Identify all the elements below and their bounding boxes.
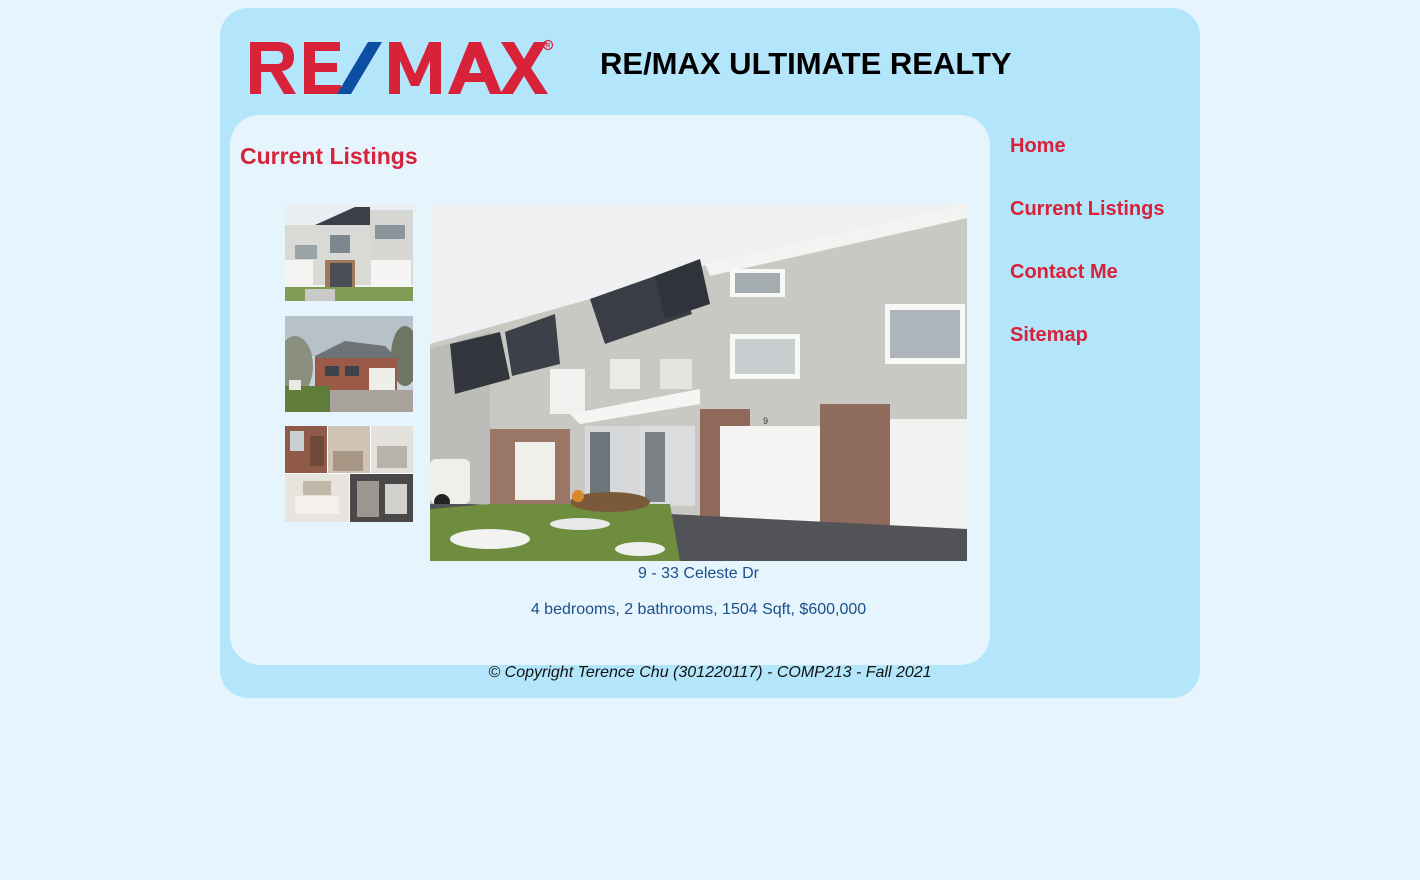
svg-text:R: R xyxy=(546,44,551,50)
side-navigation: Home Current Listings Contact Me Sitemap xyxy=(1010,133,1164,385)
listing-main-photo[interactable]: 9 xyxy=(430,204,967,561)
site-title: RE/MAX ULTIMATE REALTY xyxy=(600,46,1012,81)
main-content: Current Listings 9 9 - 33 Celeste Dr 4 b… xyxy=(230,115,990,665)
remax-logo[interactable]: R xyxy=(248,36,558,100)
footer-copyright: © Copyright Terence Chu (301220117) - CO… xyxy=(488,664,932,681)
nav-current-listings-link[interactable]: Current Listings xyxy=(1010,196,1164,259)
listing-address: 9 - 33 Celeste Dr xyxy=(638,565,759,582)
unit-number-label: 9 xyxy=(763,416,768,426)
nav-sitemap-link[interactable]: Sitemap xyxy=(1010,322,1164,385)
page-container: R RE/MAX ULTIMATE REALTY Current Listing… xyxy=(220,8,1200,698)
thumbnail-interior-collage[interactable] xyxy=(285,426,413,522)
page-title: Current Listings xyxy=(240,143,418,169)
thumbnail-townhouse[interactable] xyxy=(285,205,413,301)
listing-details: 4 bedrooms, 2 bathrooms, 1504 Sqft, $600… xyxy=(530,601,867,618)
nav-contact-me-link[interactable]: Contact Me xyxy=(1010,259,1164,322)
thumbnail-detached-house[interactable] xyxy=(285,316,413,412)
nav-home-link[interactable]: Home xyxy=(1010,133,1164,196)
